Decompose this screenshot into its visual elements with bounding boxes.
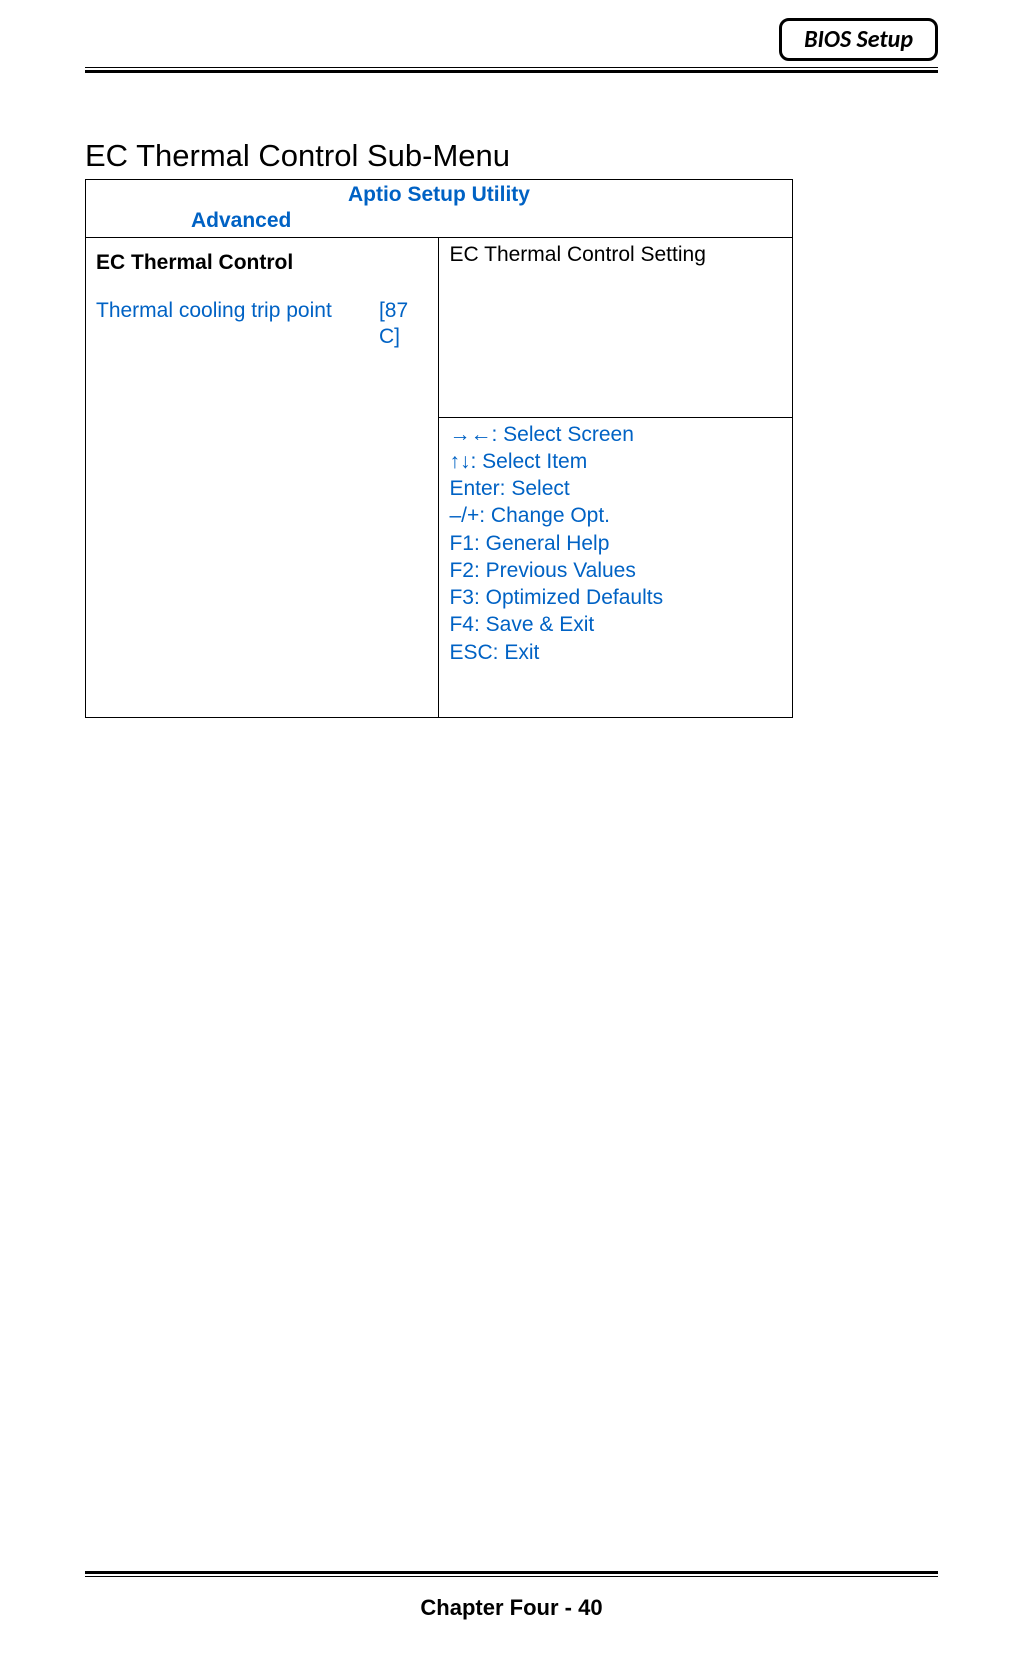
nav-line: F4: Save & Exit: [449, 612, 782, 638]
page-badge: BIOS Setup: [779, 18, 938, 61]
page-footer: Chapter Four - 40: [85, 1569, 938, 1621]
nav-line: Enter: Select: [449, 476, 782, 502]
bios-nav-cell: →←: Select Screen ↑↓: Select Item Enter:…: [439, 417, 793, 717]
bios-subhead: EC Thermal Control: [96, 250, 428, 276]
rule-thick-top: [85, 70, 938, 73]
bios-left-panel: EC Thermal Control Thermal cooling trip …: [86, 237, 439, 717]
nav-line: F3: Optimized Defaults: [449, 585, 782, 611]
nav-line: →←: Select Screen: [449, 422, 782, 448]
bios-item-row[interactable]: Thermal cooling trip point [87 C]: [96, 298, 428, 351]
nav-line: F1: General Help: [449, 531, 782, 557]
nav-line: F2: Previous Values: [449, 558, 782, 584]
bios-item-value: [87 C]: [379, 298, 429, 351]
bios-help-cell: EC Thermal Control Setting: [439, 237, 793, 417]
nav-line: ESC: Exit: [449, 640, 782, 666]
rule-thin-top: [85, 67, 938, 68]
bios-header-cell: Aptio Setup Utility Advanced: [86, 180, 793, 238]
nav-line: ↑↓: Select Item: [449, 449, 782, 475]
bios-item-label: Thermal cooling trip point: [96, 298, 379, 351]
utility-title: Aptio Setup Utility: [96, 182, 782, 208]
rule-thin-bottom: [85, 1576, 938, 1577]
bios-table: Aptio Setup Utility Advanced EC Thermal …: [85, 179, 793, 718]
menu-label: Advanced: [191, 208, 782, 234]
rule-thick-bottom: [85, 1571, 938, 1574]
footer-label: Chapter Four - 40: [85, 1595, 938, 1621]
section-title: EC Thermal Control Sub-Menu: [85, 138, 938, 174]
nav-line: –/+: Change Opt.: [449, 503, 782, 529]
